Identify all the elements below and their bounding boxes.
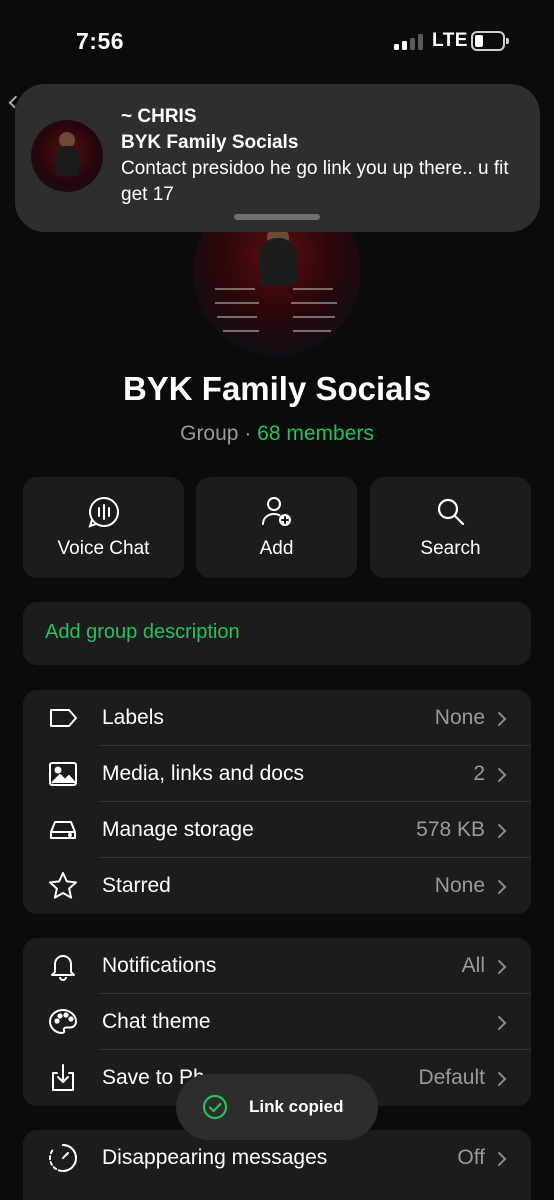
search-label: Search [420, 538, 481, 559]
search-icon [437, 498, 464, 526]
chevron-right-icon [498, 1016, 507, 1030]
add-member-icon [261, 497, 291, 526]
starred-label: Starred [102, 874, 171, 897]
signal-strength-icon [394, 34, 424, 50]
chevron-right-icon [498, 1152, 507, 1166]
notification-message: Contact presidoo he go link you up there… [121, 158, 509, 205]
battery-icon [471, 31, 509, 51]
disappearing-messages-value: Off [457, 1146, 485, 1169]
download-icon [52, 1064, 74, 1091]
group-avatar[interactable] [193, 212, 361, 356]
add-label: Add [259, 538, 294, 559]
notifications-label: Notifications [102, 954, 217, 977]
bell-icon [51, 955, 75, 981]
chevron-right-icon [498, 1072, 507, 1086]
notifications-value: All [461, 954, 485, 977]
group-type-label: Group [180, 422, 239, 445]
notification-sender: ~ CHRIS [121, 106, 197, 127]
disappearing-messages-label: Disappearing messages [102, 1146, 328, 1169]
label-icon [50, 709, 77, 727]
members-count[interactable]: 68 members [257, 422, 374, 445]
save-to-photos-value: Default [418, 1066, 485, 1089]
storage-icon [50, 821, 76, 839]
check-circle-icon [202, 1094, 228, 1120]
labels-label: Labels [102, 706, 164, 729]
media-links-docs-row[interactable]: Media, links and docs 2 [23, 746, 531, 802]
chat-theme-row[interactable]: Chat theme [23, 994, 531, 1050]
notification-banner[interactable]: ~ CHRIS BYK Family Socials Contact presi… [15, 84, 540, 232]
add-button[interactable]: Add [196, 477, 357, 578]
chevron-right-icon [498, 824, 507, 838]
settings-card-info: Labels None Media, links and docs 2 Mana… [23, 690, 531, 914]
notification-avatar [31, 120, 103, 192]
image-icon [49, 762, 77, 786]
starred-value: None [434, 874, 485, 897]
chevron-right-icon [498, 880, 507, 894]
media-links-docs-label: Media, links and docs [102, 762, 304, 785]
palette-icon [49, 1009, 77, 1034]
star-icon [49, 872, 77, 899]
media-links-docs-value: 2 [473, 762, 485, 785]
chevron-right-icon [498, 768, 507, 782]
voice-chat-icon [87, 496, 119, 528]
notification-group: BYK Family Socials [121, 132, 299, 153]
chevron-right-icon [498, 960, 507, 974]
meta-separator: · [238, 422, 258, 445]
voice-chat-button[interactable]: Voice Chat [23, 477, 184, 578]
network-type: LTE [432, 30, 468, 51]
status-time: 7:56 [76, 28, 125, 54]
add-group-description-button[interactable]: Add group description [23, 602, 531, 665]
labels-row[interactable]: Labels None [23, 690, 531, 746]
manage-storage-label: Manage storage [102, 818, 254, 841]
voice-chat-label: Voice Chat [57, 538, 150, 559]
manage-storage-value: 578 KB [416, 818, 485, 841]
banner-handle[interactable] [234, 214, 320, 220]
notifications-row[interactable]: Notifications All [23, 938, 531, 994]
settings-card-privacy: Disappearing messages Off [23, 1130, 531, 1200]
chat-theme-label: Chat theme [102, 1010, 211, 1033]
toast-label: Link copied [249, 1097, 344, 1116]
group-name: BYK Family Socials [122, 370, 432, 407]
manage-storage-row[interactable]: Manage storage 578 KB [23, 802, 531, 858]
search-button[interactable]: Search [370, 477, 531, 578]
add-group-description-label: Add group description [45, 621, 240, 643]
chevron-right-icon [498, 712, 507, 726]
labels-value: None [434, 706, 485, 729]
timer-icon [49, 1144, 78, 1172]
group-meta: Group · 68 members [0, 422, 554, 446]
starred-row[interactable]: Starred None [23, 858, 531, 914]
link-copied-toast: Link copied [176, 1074, 378, 1140]
